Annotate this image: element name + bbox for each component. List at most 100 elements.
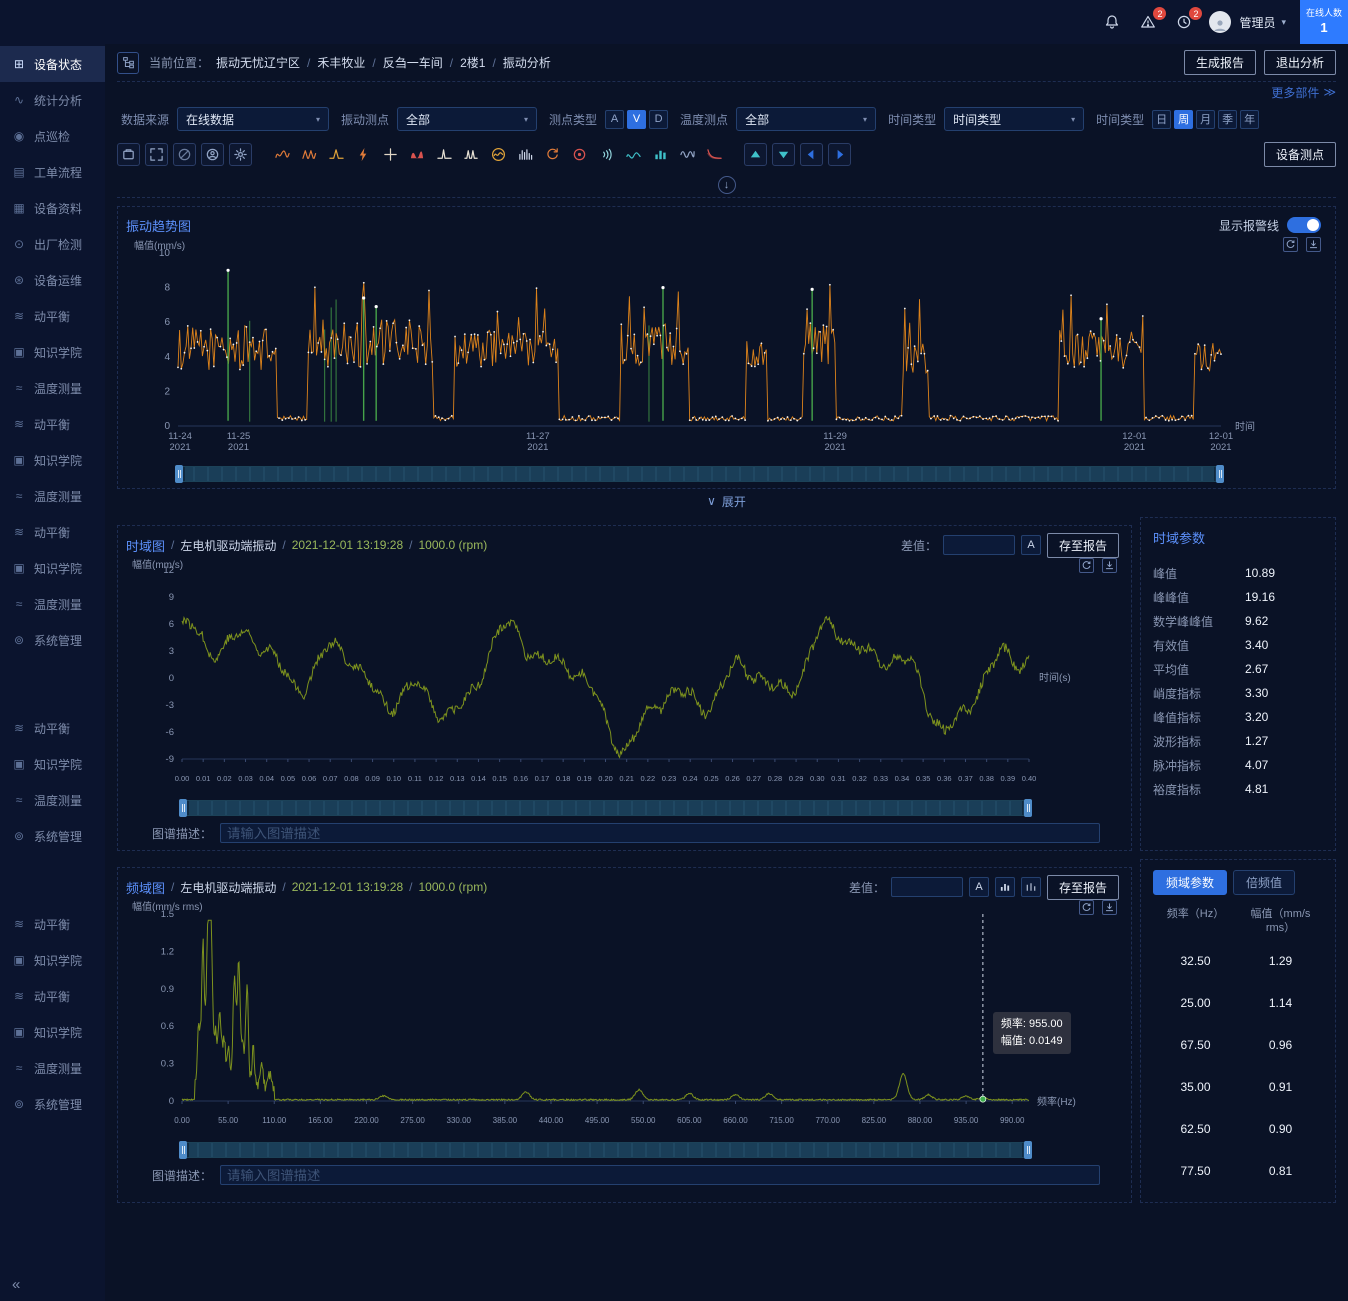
sidebar-item-knowledge[interactable]: ▣知识学院 (0, 746, 105, 782)
breadcrumb-item[interactable]: 振动分析 (503, 54, 551, 71)
settings-gear-icon[interactable] (229, 143, 252, 166)
breadcrumb-item[interactable]: 反刍一车间 (383, 54, 443, 71)
time-range-季[interactable]: 季 (1218, 110, 1237, 129)
sidebar-item-knowledge[interactable]: ▣知识学院 (0, 550, 105, 586)
sidebar-item-system[interactable]: ⊚系统管理 (0, 818, 105, 854)
harmonic-marker-button[interactable] (1021, 877, 1041, 897)
bar-marker-button[interactable] (995, 877, 1015, 897)
sidebar-item-balance[interactable]: ≋动平衡 (0, 978, 105, 1014)
chart-description-input[interactable] (220, 1165, 1100, 1185)
trend-datazoom-slider[interactable] (178, 466, 1221, 482)
fullscreen-icon[interactable] (145, 143, 168, 166)
smooth-wave-icon[interactable] (622, 143, 644, 165)
history-clock-icon[interactable]: 2 (1173, 11, 1195, 33)
datazoom-left-handle[interactable] (175, 465, 183, 483)
time-range-月[interactable]: 月 (1196, 110, 1215, 129)
target-dot-icon[interactable] (568, 143, 590, 165)
sidebar-item-inspection[interactable]: ◉点巡检 (0, 118, 105, 154)
datazoom-right-handle[interactable] (1216, 465, 1224, 483)
datazoom-window[interactable] (189, 801, 1022, 815)
notification-bell-icon[interactable] (1101, 11, 1123, 33)
marker-cross-icon[interactable] (379, 143, 401, 165)
zoom-restore-icon[interactable] (1079, 558, 1094, 573)
datazoom-left-handle[interactable] (179, 799, 187, 817)
alarm-warning-icon[interactable]: 2 (1137, 11, 1159, 33)
generate-report-button[interactable]: 生成报告 (1184, 50, 1256, 75)
bolt-icon[interactable] (352, 143, 374, 165)
auto-scale-button[interactable]: A (1021, 535, 1041, 555)
device-points-button[interactable]: 设备测点 (1264, 142, 1336, 167)
sidebar-item-temperature[interactable]: ≈温度测量 (0, 586, 105, 622)
next-arrow-icon[interactable] (828, 143, 851, 166)
sidebar-item-knowledge[interactable]: ▣知识学院 (0, 334, 105, 370)
save-to-report-button[interactable]: 存至报告 (1047, 533, 1119, 558)
sidebar-item-temperature[interactable]: ≈温度测量 (0, 478, 105, 514)
more-widgets-link[interactable]: 更多部件 (1271, 84, 1319, 101)
online-users-box[interactable]: 在线人数 1 (1300, 0, 1348, 44)
collector-icon[interactable] (117, 143, 140, 166)
save-to-report-button[interactable]: 存至报告 (1047, 875, 1119, 900)
point-type-A[interactable]: A (605, 110, 624, 129)
sidebar-item-temperature[interactable]: ≈温度测量 (0, 782, 105, 818)
trend-chart[interactable]: 幅值(mm/s)024681011-24202111-25202111-2720… (126, 237, 1327, 462)
falloff-curves-icon[interactable] (703, 143, 725, 165)
sidebar-item-system[interactable]: ⊚系统管理 (0, 1086, 105, 1122)
gray-wave-icon[interactable] (676, 143, 698, 165)
sidebar-item-temperature[interactable]: ≈温度测量 (0, 1050, 105, 1086)
zoom-restore-icon[interactable] (1283, 237, 1298, 252)
collapse-panel-icon[interactable]: ↓ (718, 176, 736, 194)
sidebar-item-balance[interactable]: ≋动平衡 (0, 406, 105, 442)
auto-scale-button[interactable]: A (969, 877, 989, 897)
vib-point-select[interactable]: 全部▾ (397, 107, 537, 131)
freq-domain-chart[interactable]: 幅值(mm/s rms)00.30.60.91.21.50.0055.00110… (126, 900, 1123, 1138)
sidebar-item-work-order[interactable]: ▤工单流程 (0, 154, 105, 190)
sidebar-item-balance[interactable]: ≋动平衡 (0, 514, 105, 550)
datazoom-window[interactable] (189, 1143, 1022, 1157)
pulse-icon[interactable] (433, 143, 455, 165)
chart-description-input[interactable] (220, 823, 1100, 843)
avatar[interactable] (1209, 11, 1231, 33)
tab-harmonics[interactable]: 倍频值 (1233, 870, 1295, 895)
spike-wave-icon[interactable] (325, 143, 347, 165)
user-mode-icon[interactable] (201, 143, 224, 166)
twin-pulse-icon[interactable] (460, 143, 482, 165)
sidebar-item-knowledge[interactable]: ▣知识学院 (0, 1014, 105, 1050)
device-tree-icon[interactable] (117, 52, 139, 74)
sidebar-collapse-icon[interactable]: « (12, 1276, 20, 1293)
breadcrumb-item[interactable]: 振动无忧辽宁区 (216, 54, 300, 71)
save-image-icon[interactable] (1102, 558, 1117, 573)
sound-waves-icon[interactable] (595, 143, 617, 165)
datazoom-window[interactable] (185, 467, 1214, 481)
sidebar-item-balance[interactable]: ≋动平衡 (0, 298, 105, 334)
move-down-icon[interactable] (772, 143, 795, 166)
alarm-line-toggle[interactable] (1287, 217, 1321, 233)
time-range-年[interactable]: 年 (1240, 110, 1259, 129)
save-image-icon[interactable] (1102, 900, 1117, 915)
disabled-circle-icon[interactable] (173, 143, 196, 166)
zoom-restore-icon[interactable] (1079, 900, 1094, 915)
tab-freq-params[interactable]: 频域参数 (1153, 870, 1227, 895)
freq-datazoom-slider[interactable] (182, 1142, 1029, 1158)
trend-wave-icon[interactable] (271, 143, 293, 165)
sidebar-item-balance[interactable]: ≋动平衡 (0, 906, 105, 942)
bars-chart-icon[interactable] (649, 143, 671, 165)
expand-toggle[interactable]: ∨ 展开 (117, 489, 1336, 513)
exit-analysis-button[interactable]: 退出分析 (1264, 50, 1336, 75)
sidebar-item-knowledge[interactable]: ▣知识学院 (0, 442, 105, 478)
diff-value-input[interactable] (891, 877, 963, 897)
breadcrumb-item[interactable]: 2楼1 (460, 54, 485, 71)
double-wave-icon[interactable] (298, 143, 320, 165)
time-type-select[interactable]: 时间类型▾ (944, 107, 1084, 131)
datazoom-right-handle[interactable] (1024, 799, 1032, 817)
time-domain-chart[interactable]: 幅值(mm/s)129630-3-6-90.000.010.020.030.04… (126, 558, 1123, 796)
datazoom-right-handle[interactable] (1024, 1141, 1032, 1159)
comb-spectrum-icon[interactable] (514, 143, 536, 165)
sidebar-item-temperature[interactable]: ≈温度测量 (0, 370, 105, 406)
data-source-select[interactable]: 在线数据▾ (177, 107, 329, 131)
prev-arrow-icon[interactable] (800, 143, 823, 166)
sidebar-item-statistics[interactable]: ∿统计分析 (0, 82, 105, 118)
sidebar-item-maintenance[interactable]: ⊛设备运维 (0, 262, 105, 298)
point-type-D[interactable]: D (649, 110, 668, 129)
save-image-icon[interactable] (1306, 237, 1321, 252)
sidebar-item-device-docs[interactable]: ▦设备资料 (0, 190, 105, 226)
